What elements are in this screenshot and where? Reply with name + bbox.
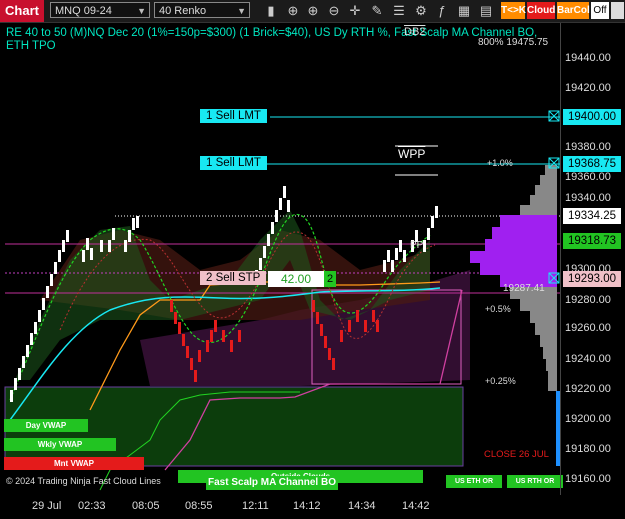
time-kill-button[interactable]: T<>K: [501, 2, 526, 19]
bar-style-icon[interactable]: ▮: [262, 2, 280, 20]
wpp-label: WPP: [398, 147, 426, 161]
pct-1-label: +1.0%: [487, 158, 513, 168]
bar-color-button[interactable]: BarCol: [557, 2, 590, 19]
price-tick: 19380.00: [565, 141, 611, 153]
sell-lmt-price-1: 19400.00: [563, 109, 621, 125]
pct-800-label: 800% 19475.75: [478, 37, 549, 48]
sell-stp-order[interactable]: 2 Sell STP: [200, 271, 267, 285]
time-tick: 12:11: [242, 500, 269, 512]
draw-icon[interactable]: ✎: [368, 2, 386, 20]
price-tick: 19280.00: [565, 294, 611, 306]
chevron-down-icon: ▼: [137, 6, 146, 16]
mnt-vwap-bar: Mnt VWAP: [4, 457, 144, 470]
day-vwap-bar: Day VWAP: [4, 419, 88, 432]
us-rth-or-bar: US RTH OR: [507, 475, 563, 488]
bar-type-value: 40 Renko: [159, 5, 207, 17]
price-tick: 19440.00: [565, 52, 611, 64]
time-tick: 14:12: [293, 500, 321, 512]
copyright-label: © 2024 Trading Ninja Fast Cloud Lines: [6, 476, 161, 486]
pct-025-label: +0.25%: [485, 376, 516, 386]
zoom-in-icon[interactable]: ⊕: [304, 2, 322, 20]
sell-lmt-order-1[interactable]: 1 Sell LMT: [200, 109, 267, 123]
indicators-icon[interactable]: ƒ: [433, 2, 451, 20]
off-button[interactable]: Off: [591, 2, 609, 19]
cloud-button[interactable]: Cloud: [527, 2, 555, 19]
time-tick: 08:05: [132, 500, 160, 512]
price-tick: 19260.00: [565, 322, 611, 334]
position-qty[interactable]: 2: [324, 271, 336, 287]
time-tick: 14:34: [348, 500, 376, 512]
crosshair-icon[interactable]: ⊕: [284, 2, 302, 20]
pp-label: PP: [410, 240, 424, 251]
price-tick: 19220.00: [565, 383, 611, 395]
chevron-down-icon: ▼: [237, 6, 246, 16]
zoom-out-icon[interactable]: ⊖: [325, 2, 343, 20]
price-tick: 19180.00: [565, 443, 611, 455]
fast-scalp-bar: Fast Scalp MA Channel BO: [206, 476, 338, 490]
strategy-icon[interactable]: ⚙: [412, 2, 430, 20]
properties-icon[interactable]: ☰: [390, 2, 408, 20]
pointer-icon[interactable]: ✛: [346, 2, 364, 20]
extra-toggle-button[interactable]: [611, 2, 624, 19]
time-tick: 14:42: [402, 500, 430, 512]
price-tick: 19240.00: [565, 353, 611, 365]
instrument-selector[interactable]: MNQ 09-24 ▼: [50, 2, 150, 18]
gray-level-price: 19287.41: [503, 283, 545, 294]
sell-lmt-order-2[interactable]: 1 Sell LMT: [200, 156, 267, 170]
price-tick: 19200.00: [565, 413, 611, 425]
price-tick: 19420.00: [565, 82, 611, 94]
volume-profile: [470, 165, 560, 466]
price-tick: 19160.00: [565, 473, 611, 485]
templates-icon[interactable]: ▦: [455, 2, 473, 20]
stop-price: 19293.00: [563, 271, 621, 287]
time-tick: 29 Jul: [32, 500, 62, 512]
us-eth-or-bar: US ETH OR: [446, 475, 502, 488]
wkly-vwap-bar: Wkly VWAP: [4, 438, 116, 451]
time-tick: 08:55: [185, 500, 213, 512]
green-level-price: 19318.73: [563, 233, 621, 249]
chart-tab[interactable]: Chart: [0, 0, 44, 22]
time-tick: 02:33: [78, 500, 106, 512]
instrument-value: MNQ 09-24: [55, 5, 112, 17]
sell-lmt-price-2: 19368.75: [563, 156, 621, 172]
position-pnl[interactable]: 42.00: [268, 271, 324, 287]
last-price: 19334.25: [563, 208, 621, 224]
bar-type-selector[interactable]: 40 Renko ▼: [154, 2, 250, 18]
db2-label: DB2: [404, 26, 426, 38]
pct-05-label: +0.5%: [485, 304, 511, 314]
price-tick: 19360.00: [565, 171, 611, 183]
chart-trader-icon[interactable]: ▤: [477, 2, 495, 20]
close-label: CLOSE 26 JUL: [484, 449, 549, 460]
price-tick: 19340.00: [565, 192, 611, 204]
